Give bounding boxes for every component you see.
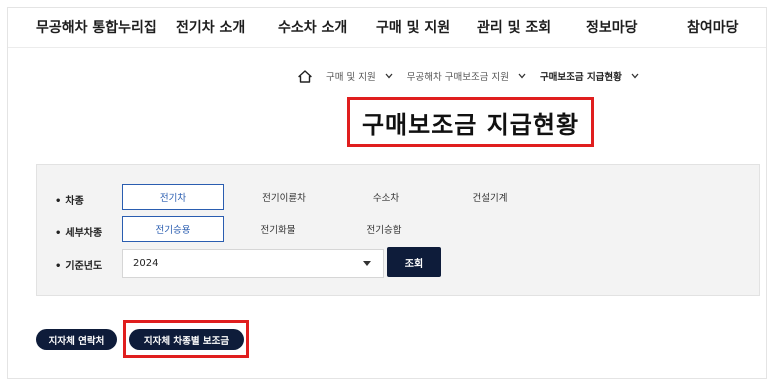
nav-item-manage-lookup[interactable]: 관리 및 조회 <box>477 17 551 37</box>
option-hydrogen[interactable]: 수소차 <box>335 184 437 210</box>
title-highlight-box: 구매보조금 지급현황 <box>347 97 594 147</box>
vehicle-type-label: 차종 <box>55 192 83 207</box>
nav-item-home[interactable]: 무공해차 통합누리집 <box>36 17 157 37</box>
local-gov-subsidy-button[interactable]: 지자체 차종별 보조금 <box>129 329 244 350</box>
page-frame: 무공해차 통합누리집 전기차 소개 수소차 소개 구매 및 지원 관리 및 조회… <box>7 7 767 379</box>
filter-panel: 차종 전기차 전기이륜차 수소차 건설기계 세부차종 전기승용 전기화물 전기승… <box>36 164 760 296</box>
dropdown-caret-icon <box>363 261 371 266</box>
breadcrumb: 구매 및 지원 무공해차 구매보조금 지원 구매보조금 지급현황 <box>298 68 653 84</box>
nav-item-purchase-support[interactable]: 구매 및 지원 <box>376 17 450 37</box>
chevron-down-icon[interactable] <box>385 73 393 79</box>
option-e-motorcycle[interactable]: 전기이륜차 <box>233 184 335 210</box>
nav-item-ev-intro[interactable]: 전기차 소개 <box>176 17 245 37</box>
option-ev-cargo[interactable]: 전기화물 <box>227 216 329 242</box>
chevron-down-icon[interactable] <box>631 73 639 79</box>
option-ev-passenger[interactable]: 전기승용 <box>122 216 224 242</box>
option-construction[interactable]: 건설기계 <box>439 184 541 210</box>
year-label: 기준년도 <box>55 257 102 272</box>
local-gov-contacts-button[interactable]: 지자체 연락처 <box>36 329 117 350</box>
year-select[interactable]: 2024 <box>122 249 384 278</box>
search-button[interactable]: 조회 <box>387 247 441 277</box>
nav-item-participation[interactable]: 참여마당 <box>687 17 739 37</box>
option-ev[interactable]: 전기차 <box>122 184 224 210</box>
home-icon[interactable] <box>298 69 312 83</box>
nav-item-hydrogen-intro[interactable]: 수소차 소개 <box>278 17 347 37</box>
chevron-down-icon[interactable] <box>518 73 526 79</box>
top-navigation: 무공해차 통합누리집 전기차 소개 수소차 소개 구매 및 지원 관리 및 조회… <box>8 8 766 48</box>
breadcrumb-item-purchase-support[interactable]: 구매 및 지원 <box>326 69 376 83</box>
option-ev-bus[interactable]: 전기승합 <box>333 216 435 242</box>
year-value: 2024 <box>133 258 159 269</box>
breadcrumb-item-current[interactable]: 구매보조금 지급현황 <box>540 69 622 83</box>
breadcrumb-item-subsidy-support[interactable]: 무공해차 구매보조금 지원 <box>407 69 509 83</box>
nav-item-info[interactable]: 정보마당 <box>586 17 638 37</box>
page-title: 구매보조금 지급현황 <box>361 110 580 139</box>
sub-type-label: 세부차종 <box>55 224 102 239</box>
